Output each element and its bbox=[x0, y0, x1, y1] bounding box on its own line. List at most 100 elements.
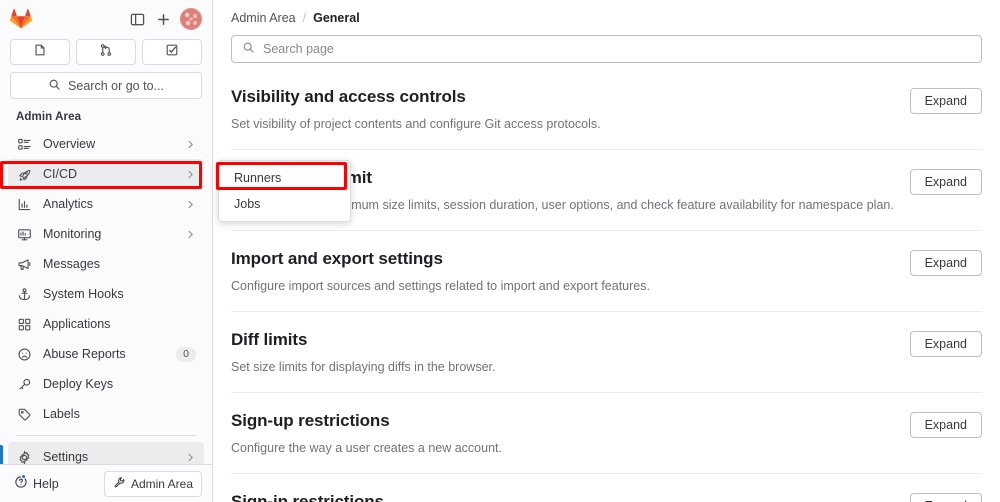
settings-section: Import and export settings Configure imp… bbox=[231, 231, 982, 312]
section-description: Configure import sources and settings re… bbox=[231, 279, 650, 293]
search-placeholder: Search or go to... bbox=[68, 78, 164, 93]
chevron-right-icon bbox=[185, 169, 196, 180]
section-text: Diff limits Set size limits for displayi… bbox=[231, 329, 910, 376]
sidebar-item-label: Abuse Reports bbox=[43, 347, 126, 362]
issues-button[interactable] bbox=[10, 39, 70, 65]
sidebar-item-messages[interactable]: Messages bbox=[8, 249, 204, 279]
settings-page-body: Search page Visibility and access contro… bbox=[213, 35, 1000, 502]
settings-section: Sign-in restrictions Expand bbox=[231, 474, 982, 502]
sidebar-quick-links bbox=[0, 36, 212, 72]
search-input[interactable]: Search or go to... bbox=[10, 72, 202, 100]
expand-button[interactable]: Expand bbox=[909, 412, 982, 438]
sidebar-item-label: Analytics bbox=[43, 197, 94, 212]
todo-list-button[interactable] bbox=[142, 39, 202, 65]
help-button[interactable]: Help bbox=[10, 472, 63, 495]
sidebar-item-abuse-reports[interactable]: Abuse Reports 0 bbox=[8, 339, 204, 369]
overview-list-icon bbox=[16, 136, 33, 152]
sidebar-item-monitoring[interactable]: Monitoring bbox=[8, 219, 204, 249]
megaphone-icon bbox=[16, 256, 33, 272]
sidebar-nav: Admin Area Overview CI/CD Analytics Moni… bbox=[0, 107, 212, 464]
issue-icon bbox=[33, 43, 47, 62]
abuse-reports-count-badge: 0 bbox=[176, 346, 196, 362]
sidebar-item-label: CI/CD bbox=[43, 167, 78, 182]
section-title: Visibility and access controls bbox=[231, 87, 466, 106]
label-tag-icon bbox=[16, 406, 33, 422]
key-icon bbox=[16, 376, 33, 392]
page-search-input[interactable]: Search page bbox=[231, 35, 982, 63]
sidebar-top-bar bbox=[0, 0, 212, 36]
search-icon bbox=[48, 78, 61, 94]
sidebar-item-label: System Hooks bbox=[43, 287, 124, 302]
sidebar-section-title: Admin Area bbox=[16, 111, 82, 124]
expand-button[interactable]: Expand bbox=[909, 250, 982, 276]
section-text: Sign-up restrictions Configure the way a… bbox=[231, 410, 910, 457]
cicd-submenu-flyout: Runners Jobs bbox=[218, 160, 351, 222]
search-icon bbox=[242, 41, 255, 57]
merge-requests-button[interactable] bbox=[76, 39, 136, 65]
sidebar-item-overview[interactable]: Overview bbox=[8, 129, 204, 159]
grid-apps-icon bbox=[16, 316, 33, 332]
sidebar-item-cicd[interactable]: CI/CD bbox=[8, 159, 204, 190]
chart-bar-icon bbox=[16, 196, 33, 212]
expand-button[interactable]: Expand bbox=[909, 88, 982, 114]
submenu-item-jobs[interactable]: Jobs bbox=[222, 191, 347, 217]
settings-sections-list: Visibility and access controls Set visib… bbox=[231, 69, 982, 502]
admin-area-label: Admin Area bbox=[130, 476, 193, 491]
sidebar-item-labels[interactable]: Labels bbox=[8, 399, 204, 429]
expand-button[interactable]: Expand bbox=[909, 493, 982, 502]
section-text: Import and export settings Configure imp… bbox=[231, 248, 910, 295]
section-title: Import and export settings bbox=[231, 249, 443, 268]
settings-section: Visibility and access controls Set visib… bbox=[231, 69, 982, 150]
wrench-icon bbox=[113, 476, 126, 492]
gear-icon bbox=[16, 449, 33, 464]
breadcrumb-current: General bbox=[313, 11, 360, 25]
expand-button[interactable]: Expand bbox=[909, 331, 982, 357]
submenu-item-runners[interactable]: Runners bbox=[222, 165, 347, 191]
chevron-right-icon bbox=[185, 229, 196, 240]
sidebar-item-label: Overview bbox=[43, 137, 96, 152]
sidebar-item-applications[interactable]: Applications bbox=[8, 309, 204, 339]
sidebar-item-label: Messages bbox=[43, 257, 100, 272]
sidebar-item-settings[interactable]: Settings bbox=[0, 442, 204, 464]
settings-section: Diff limits Set size limits for displayi… bbox=[231, 312, 982, 393]
section-text: Visibility and access controls Set visib… bbox=[231, 86, 910, 133]
chevron-right-icon bbox=[185, 452, 196, 463]
settings-section: Sign-up restrictions Configure the way a… bbox=[231, 393, 982, 474]
sidebar-item-label: Settings bbox=[43, 450, 89, 464]
anchor-icon bbox=[16, 286, 33, 302]
rocket-icon bbox=[16, 166, 33, 182]
sidebar-item-deploy-keys[interactable]: Deploy Keys bbox=[8, 369, 204, 399]
chevron-right-icon bbox=[185, 199, 196, 210]
sidebar-item-system-hooks[interactable]: System Hooks bbox=[8, 279, 204, 309]
sidebar-item-label: Monitoring bbox=[43, 227, 102, 242]
section-title: Diff limits bbox=[231, 330, 308, 349]
main-content: Admin Area / General Search page Visibil… bbox=[213, 0, 1000, 502]
breadcrumb-separator: / bbox=[302, 11, 307, 25]
chevron-right-icon bbox=[185, 139, 196, 150]
expand-button[interactable]: Expand bbox=[909, 169, 982, 195]
sidebar-item-label: Applications bbox=[43, 317, 111, 332]
gitlab-tanuki-logo[interactable] bbox=[10, 8, 32, 30]
toggle-sidebar-button[interactable] bbox=[124, 6, 150, 32]
section-description: Configure the way a user creates a new a… bbox=[231, 441, 502, 455]
help-notification-dot bbox=[21, 474, 26, 479]
user-avatar[interactable] bbox=[180, 8, 202, 30]
section-title: Sign-in restrictions bbox=[231, 492, 384, 502]
section-description: Set visibility of project contents and c… bbox=[231, 117, 601, 131]
section-description: Set size limits for displaying diffs in … bbox=[231, 360, 496, 374]
section-title: Sign-up restrictions bbox=[231, 411, 390, 430]
section-text: Sign-in restrictions bbox=[231, 491, 910, 502]
page-search-placeholder: Search page bbox=[263, 42, 334, 56]
sidebar-footer: Help Admin Area bbox=[0, 464, 212, 502]
merge-request-icon bbox=[99, 43, 113, 62]
breadcrumb-root[interactable]: Admin Area bbox=[231, 11, 296, 25]
frown-face-icon bbox=[16, 346, 33, 362]
help-label: Help bbox=[33, 476, 59, 491]
sidebar-item-label: Labels bbox=[43, 407, 80, 422]
gitlab-admin-page: Search or go to... Admin Area Overview C… bbox=[0, 0, 1000, 502]
todo-checkbox-icon bbox=[165, 43, 179, 62]
sidebar-item-label: Deploy Keys bbox=[43, 377, 114, 392]
sidebar-item-analytics[interactable]: Analytics bbox=[8, 189, 204, 219]
admin-area-button[interactable]: Admin Area bbox=[103, 470, 202, 497]
create-new-button[interactable] bbox=[150, 6, 176, 32]
